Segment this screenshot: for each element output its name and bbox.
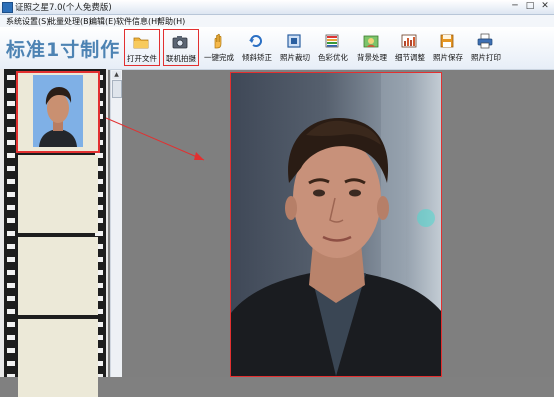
film-perforations-left <box>7 69 15 377</box>
scroll-up-arrow-icon[interactable]: ▲ <box>112 71 121 79</box>
camera-icon <box>172 36 188 49</box>
tilt-correction-button[interactable]: 倾斜矫正 <box>240 29 274 64</box>
hand-icon <box>214 33 222 49</box>
portrait-image <box>231 73 441 376</box>
one-click-label: 一键完成 <box>204 53 234 62</box>
color-optimize-label: 色彩优化 <box>318 53 348 62</box>
crop-icon <box>287 34 301 48</box>
detail-icon <box>401 34 417 48</box>
title-bar: 证照之星7.0(个人免费版) ─ □ ✕ <box>0 0 554 15</box>
folder-icon <box>133 37 149 49</box>
film-frame-selected[interactable] <box>16 71 100 153</box>
film-frame-empty[interactable] <box>18 237 98 315</box>
detail-adjust-label: 细节调整 <box>395 53 425 62</box>
photo-thumbnail <box>33 75 83 147</box>
menu-batch-processing[interactable]: 批量处理(B) <box>48 16 92 27</box>
menu-bar: 系统设置(S) 批量处理(B) 编辑(E) 软件信息(H) 帮助(H) <box>0 15 554 27</box>
maximize-button[interactable]: □ <box>523 1 537 12</box>
one-click-button[interactable]: 一键完成 <box>202 29 236 64</box>
photo-save-label: 照片保存 <box>433 53 463 62</box>
photo-crop-button[interactable]: 照片裁切 <box>278 29 312 64</box>
close-button[interactable]: ✕ <box>538 1 552 12</box>
photo-crop-label: 照片裁切 <box>280 53 310 62</box>
menu-software-info[interactable]: 软件信息(H) <box>116 16 160 27</box>
toolbar: 标准1寸制作 打开文件 联机拍摄 一键完成 倾斜矫正 照片裁切 色彩优化 背景处… <box>0 27 554 70</box>
background-icon <box>363 35 379 48</box>
printer-icon <box>477 33 493 49</box>
scrollbar-thumb[interactable] <box>112 80 122 98</box>
main-photo[interactable] <box>230 72 442 377</box>
online-capture-label: 联机拍摄 <box>166 54 196 63</box>
photo-print-label: 照片打印 <box>471 53 501 62</box>
color-optimize-button[interactable]: 色彩优化 <box>316 29 350 64</box>
film-frame-empty[interactable] <box>18 319 98 397</box>
photo-save-button[interactable]: 照片保存 <box>431 29 465 64</box>
online-capture-button[interactable]: 联机拍摄 <box>163 29 199 66</box>
window-title: 证照之星7.0(个人免费版) <box>15 3 112 13</box>
app-icon <box>2 2 13 13</box>
menu-system-settings[interactable]: 系统设置(S) <box>6 16 49 27</box>
detail-adjust-button[interactable]: 细节调整 <box>393 29 427 64</box>
photo-print-button[interactable]: 照片打印 <box>469 29 503 64</box>
film-frame-empty[interactable] <box>18 155 98 233</box>
background-processing-label: 背景处理 <box>357 53 387 62</box>
background-processing-button[interactable]: 背景处理 <box>355 29 389 64</box>
filmstrip <box>4 69 106 397</box>
menu-edit[interactable]: 编辑(E) <box>89 16 116 27</box>
brand-title: 标准1寸制作 <box>6 39 121 61</box>
minimize-button[interactable]: ─ <box>508 1 522 12</box>
tilt-correction-label: 倾斜矫正 <box>242 53 272 62</box>
pointer-arrow <box>105 117 205 161</box>
open-file-button[interactable]: 打开文件 <box>124 29 160 66</box>
open-file-label: 打开文件 <box>127 54 157 63</box>
color-icon <box>325 34 339 48</box>
menu-help[interactable]: 帮助(H) <box>157 16 185 27</box>
rotate-icon <box>249 35 262 47</box>
save-icon <box>440 34 454 48</box>
